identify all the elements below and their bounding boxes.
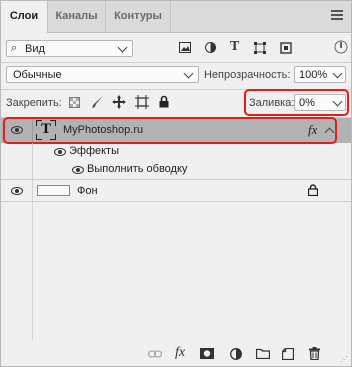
type-filter-icon[interactable]: T	[230, 39, 239, 55]
kind-filter-value: Вид	[25, 43, 45, 55]
layers-panel: Слои Каналы Контуры ⌕ Вид T Обычные Непр…	[0, 0, 352, 367]
divider	[1, 201, 351, 202]
lock-transparent-pixels-icon[interactable]	[69, 97, 80, 108]
resize-grip-icon[interactable]: ⋰	[340, 355, 348, 364]
kind-filter-select[interactable]: ⌕ Вид	[6, 40, 133, 57]
layers-bottom-toolbar: fx	[1, 340, 351, 366]
chevron-down-icon	[332, 68, 343, 79]
shape-filter-icon[interactable]	[254, 42, 266, 54]
lock-all-icon[interactable]	[159, 95, 169, 108]
stroke-visibility-eye-icon[interactable]	[72, 166, 84, 174]
lock-image-pixels-icon[interactable]	[91, 95, 104, 109]
opacity-value: 100%	[299, 69, 328, 81]
chevron-down-icon	[183, 68, 194, 79]
column-divider	[32, 161, 33, 179]
stroke-effect-label: Выполнить обводку	[87, 163, 188, 175]
delete-layer-icon[interactable]	[309, 347, 320, 360]
opacity-label: Непрозрачность:	[204, 69, 291, 81]
opacity-field[interactable]: 100%	[294, 66, 346, 83]
panel-menu-icon[interactable]	[331, 10, 343, 22]
link-layers-icon[interactable]	[148, 350, 162, 358]
add-layer-style-icon[interactable]: fx	[175, 345, 185, 361]
divider	[1, 62, 351, 63]
blend-mode-value: Обычные	[13, 69, 62, 81]
image-filter-icon[interactable]	[179, 42, 191, 53]
layer-highlight-box	[3, 117, 337, 144]
adjustment-filter-icon[interactable]	[205, 42, 216, 53]
effect-stroke-row[interactable]: Выполнить обводку	[1, 161, 351, 179]
visibility-eye-icon[interactable]	[11, 187, 23, 195]
tab-bar: Слои Каналы Контуры	[1, 1, 351, 33]
search-icon: ⌕	[11, 42, 18, 54]
background-thumbnail	[37, 185, 70, 196]
layer-name[interactable]: Фон	[77, 185, 98, 197]
tab-layers[interactable]: Слои	[1, 1, 48, 33]
blend-mode-select[interactable]: Обычные	[6, 66, 199, 83]
layer-row-background[interactable]: Фон	[1, 180, 351, 201]
tab-paths[interactable]: Контуры	[106, 1, 171, 32]
tab-channels[interactable]: Каналы	[48, 1, 106, 32]
add-mask-icon[interactable]	[200, 348, 214, 359]
filter-toggle-icon[interactable]	[334, 39, 348, 55]
effects-label: Эффекты	[69, 145, 120, 157]
fill-highlight-box	[244, 89, 349, 116]
new-adjustment-layer-icon[interactable]	[230, 348, 242, 360]
effects-row[interactable]: Эффекты	[1, 143, 351, 161]
column-divider	[32, 202, 33, 340]
lock-icon	[308, 184, 318, 196]
column-divider	[32, 143, 33, 161]
lock-artboard-icon[interactable]	[135, 95, 149, 109]
effects-visibility-eye-icon[interactable]	[54, 148, 66, 156]
new-group-icon[interactable]	[256, 348, 270, 359]
lock-label: Закрепить:	[6, 97, 62, 109]
chevron-down-icon	[117, 42, 128, 53]
column-divider	[32, 180, 33, 201]
new-layer-icon[interactable]	[282, 348, 294, 360]
smart-object-filter-icon[interactable]	[280, 42, 292, 54]
lock-position-icon[interactable]	[112, 95, 126, 109]
